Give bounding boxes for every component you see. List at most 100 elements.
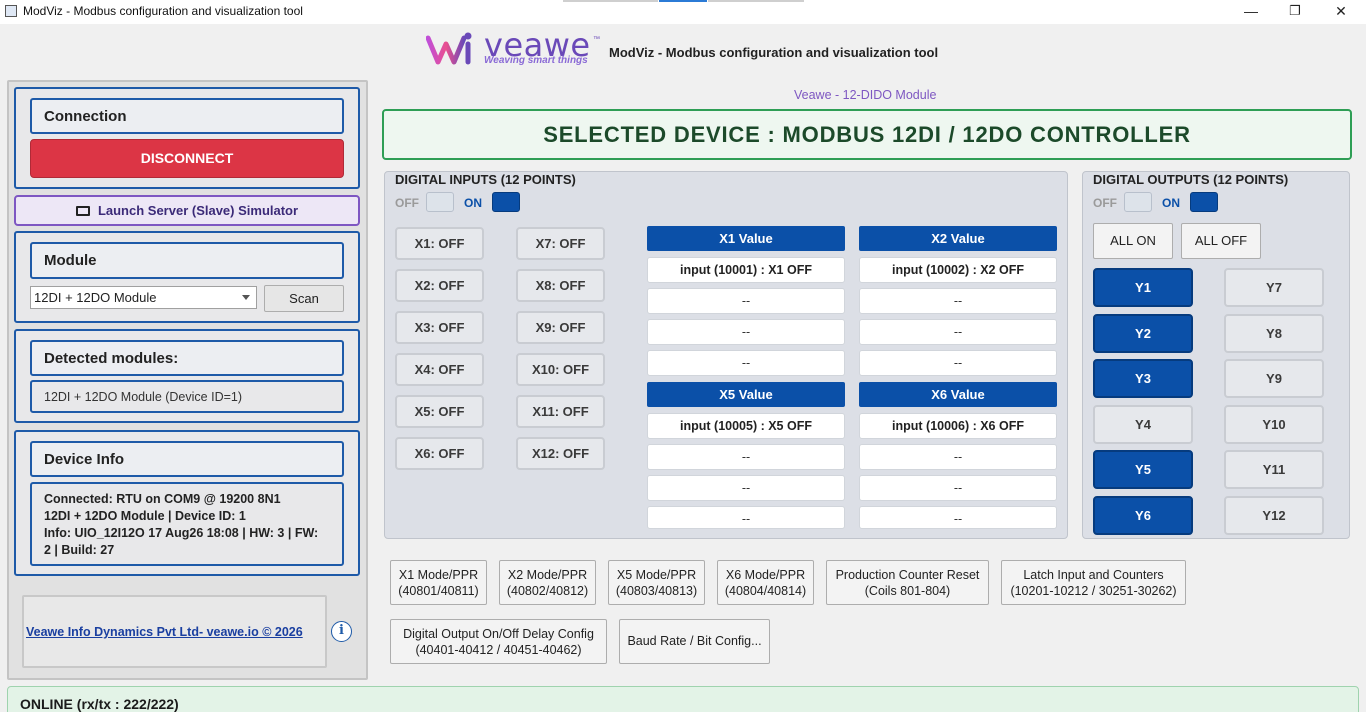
device-info-heading: Device Info (30, 441, 344, 477)
input-x2[interactable]: X2: OFF (395, 269, 484, 302)
input-x4[interactable]: X4: OFF (395, 353, 484, 386)
outputs-on-legend-swatch (1190, 192, 1218, 212)
output-delay-config-button[interactable]: Digital Output On/Off Delay Config (4040… (390, 619, 607, 664)
logo-trademark: ™ (593, 36, 600, 43)
module-dropdown-value: 12DI + 12DO Module (34, 290, 157, 305)
input-x9[interactable]: X9: OFF (516, 311, 605, 344)
x5-value-row: -- (647, 444, 845, 470)
input-x8[interactable]: X8: OFF (516, 269, 605, 302)
button-line: X6 Mode/PPR (725, 568, 806, 582)
input-x11[interactable]: X11: OFF (516, 395, 605, 428)
x1-value-row: -- (647, 350, 845, 376)
selected-device-banner: SELECTED DEVICE : MODBUS 12DI / 12DO CON… (382, 109, 1352, 160)
x5-value-header: X5 Value (647, 382, 845, 407)
input-x7[interactable]: X7: OFF (516, 227, 605, 260)
x5-value-row: -- (647, 475, 845, 501)
latch-input-counters-button[interactable]: Latch Input and Counters (10201-10212 / … (1001, 560, 1186, 605)
x6-value-row: input (10006) : X6 OFF (859, 413, 1057, 439)
output-y1[interactable]: Y1 (1093, 268, 1193, 307)
button-line: (10201-10212 / 30251-30262) (1010, 584, 1177, 598)
device-info-text: Connected: RTU on COM9 @ 19200 8N1 12DI … (30, 482, 344, 566)
launch-simulator-label: Launch Server (Slave) Simulator (97, 203, 299, 218)
connection-heading: Connection (30, 98, 344, 134)
x5-value-row: input (10005) : X5 OFF (647, 413, 845, 439)
app-window-icon (5, 5, 17, 17)
input-x10[interactable]: X10: OFF (516, 353, 605, 386)
module-heading: Module (30, 242, 344, 279)
output-y11[interactable]: Y11 (1224, 450, 1324, 489)
close-button[interactable]: ✕ (1318, 0, 1364, 24)
output-y3[interactable]: Y3 (1093, 359, 1193, 398)
x1-value-header: X1 Value (647, 226, 845, 251)
inputs-off-legend-swatch (426, 192, 454, 212)
tab-strip-right (708, 0, 804, 2)
button-line: X1 Mode/PPR (398, 568, 479, 582)
x2-value-row: -- (859, 319, 1057, 345)
output-y6[interactable]: Y6 (1093, 496, 1193, 535)
x1-mode-ppr-button[interactable]: X1 Mode/PPR (40801/40811) (390, 560, 487, 605)
all-on-button[interactable]: ALL ON (1093, 223, 1173, 259)
button-line: (Coils 801-804) (864, 584, 951, 598)
tab-strip-active (659, 0, 707, 2)
input-x12[interactable]: X12: OFF (516, 437, 605, 470)
input-x5[interactable]: X5: OFF (395, 395, 484, 428)
button-line: (40401-40412 / 40451-40462) (415, 643, 582, 657)
button-line: (40804/40814) (724, 584, 807, 598)
output-y7[interactable]: Y7 (1224, 268, 1324, 307)
button-line: X2 Mode/PPR (507, 568, 588, 582)
x5-value-row: -- (647, 506, 845, 529)
module-dropdown[interactable]: 12DI + 12DO Module (30, 286, 257, 309)
launch-simulator-button[interactable]: Launch Server (Slave) Simulator (14, 195, 360, 226)
output-y9[interactable]: Y9 (1224, 359, 1324, 398)
detected-module-item[interactable]: 12DI + 12DO Module (Device ID=1) (30, 380, 344, 413)
title-bar: ModViz - Modbus configuration and visual… (0, 0, 1366, 24)
x6-value-row: -- (859, 506, 1057, 529)
x1-value-row: input (10001) : X1 OFF (647, 257, 845, 283)
baud-rate-config-button[interactable]: Baud Rate / Bit Config... (619, 619, 770, 664)
x6-mode-ppr-button[interactable]: X6 Mode/PPR (40804/40814) (717, 560, 814, 605)
inputs-on-legend-label: ON (464, 196, 482, 210)
x2-value-header: X2 Value (859, 226, 1057, 251)
output-y2[interactable]: Y2 (1093, 314, 1193, 353)
input-x6[interactable]: X6: OFF (395, 437, 484, 470)
output-y10[interactable]: Y10 (1224, 405, 1324, 444)
output-y8[interactable]: Y8 (1224, 314, 1324, 353)
info-icon[interactable]: i (331, 621, 352, 642)
device-info-line: Connected: RTU on COM9 @ 19200 8N1 (44, 492, 281, 506)
all-off-button[interactable]: ALL OFF (1181, 223, 1261, 259)
button-line: (40802/40812) (506, 584, 589, 598)
app-title: ModViz - Modbus configuration and visual… (609, 45, 939, 60)
button-line: Digital Output On/Off Delay Config (403, 627, 594, 641)
device-info-line: Info: UIO_12I12O 17 Aug26 18:08 | HW: 3 … (44, 526, 319, 540)
x5-mode-ppr-button[interactable]: X5 Mode/PPR (40803/40813) (608, 560, 705, 605)
output-y12[interactable]: Y12 (1224, 496, 1324, 535)
inputs-on-legend-swatch (492, 192, 520, 212)
detected-modules-heading: Detected modules: (30, 340, 344, 376)
outputs-on-legend-label: ON (1162, 196, 1180, 210)
module-label: Veawe - 12-DIDO Module (794, 88, 937, 102)
status-bar: ONLINE (rx/tx : 222/222) (7, 686, 1359, 712)
x2-value-row: -- (859, 350, 1057, 376)
x1-value-row: -- (647, 319, 845, 345)
input-x3[interactable]: X3: OFF (395, 311, 484, 344)
x2-value-row: -- (859, 288, 1057, 314)
minimize-button[interactable]: — (1228, 0, 1274, 24)
output-y4[interactable]: Y4 (1093, 405, 1193, 444)
button-line: (40801/40811) (398, 584, 479, 598)
x1-value-row: -- (647, 288, 845, 314)
button-line: (40803/40813) (615, 584, 698, 598)
company-link[interactable]: Veawe Info Dynamics Pvt Ltd- veawe.io © … (26, 625, 303, 639)
x6-value-header: X6 Value (859, 382, 1057, 407)
output-y5[interactable]: Y5 (1093, 450, 1193, 489)
disconnect-button[interactable]: DISCONNECT (30, 139, 344, 178)
window-title: ModViz - Modbus configuration and visual… (23, 4, 303, 18)
button-line: Latch Input and Counters (1023, 568, 1164, 582)
x2-value-row: input (10002) : X2 OFF (859, 257, 1057, 283)
scan-button[interactable]: Scan (264, 285, 344, 312)
digital-inputs-title: DIGITAL INPUTS (12 POINTS) (395, 172, 576, 187)
outputs-off-legend-swatch (1124, 192, 1152, 212)
x2-mode-ppr-button[interactable]: X2 Mode/PPR (40802/40812) (499, 560, 596, 605)
production-counter-reset-button[interactable]: Production Counter Reset (Coils 801-804) (826, 560, 989, 605)
input-x1[interactable]: X1: OFF (395, 227, 484, 260)
maximize-button[interactable]: ❐ (1272, 0, 1318, 24)
